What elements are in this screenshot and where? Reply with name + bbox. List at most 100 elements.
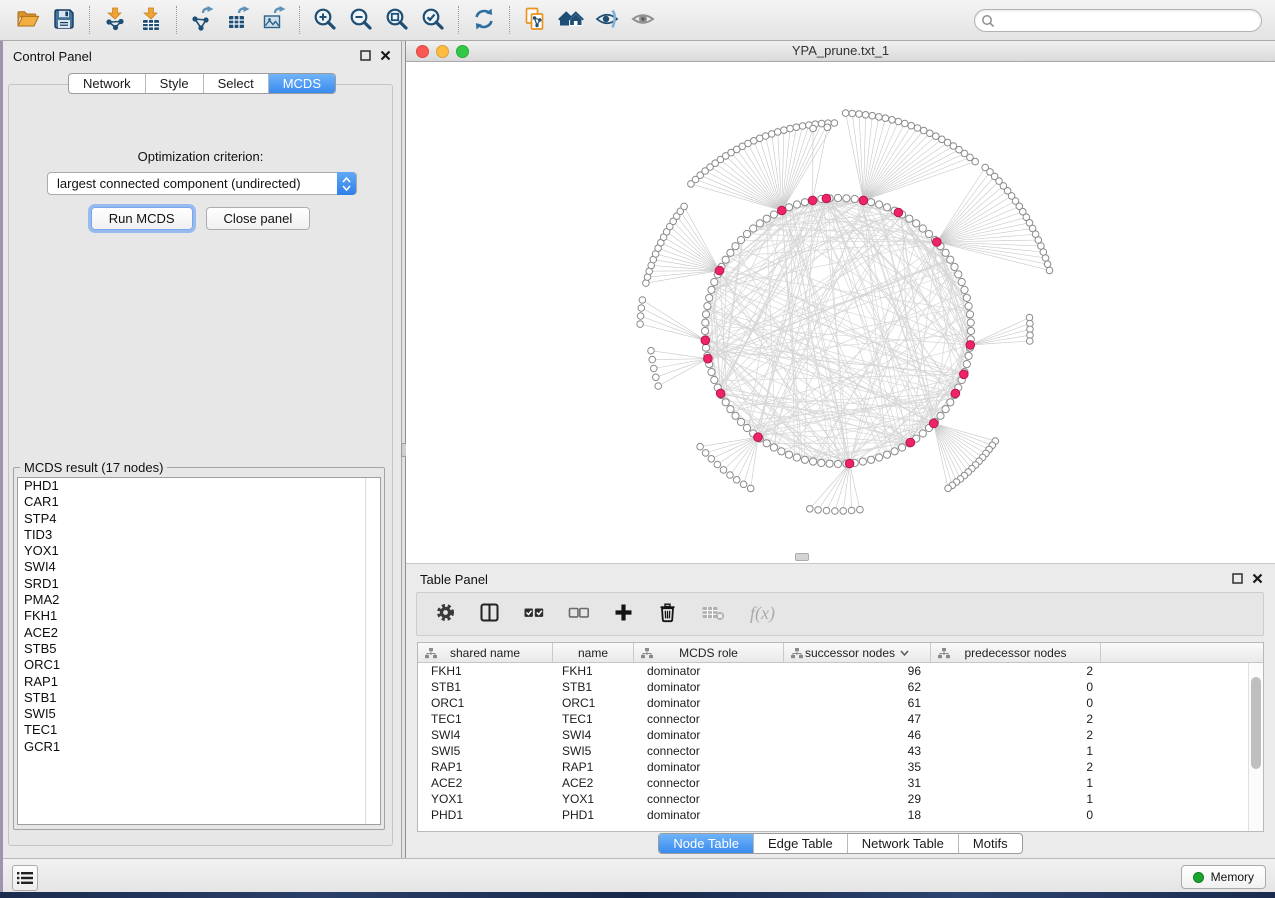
network-node[interactable] xyxy=(1042,255,1049,262)
network-node[interactable] xyxy=(859,458,866,465)
zoom-selected-button[interactable] xyxy=(415,3,451,37)
network-node[interactable] xyxy=(963,361,970,368)
zoom-fit-button[interactable] xyxy=(379,3,415,37)
network-node[interactable] xyxy=(965,303,972,310)
open-file-button[interactable] xyxy=(10,3,46,37)
table-row[interactable]: ACE2ACE2connector311 xyxy=(418,775,1263,791)
column-header-predecessor-nodes[interactable]: predecessor nodes xyxy=(931,643,1101,662)
network-node[interactable] xyxy=(826,460,833,467)
network-node[interactable] xyxy=(899,444,906,451)
network-node[interactable] xyxy=(840,508,847,515)
network-node[interactable] xyxy=(849,110,856,117)
network-node[interactable] xyxy=(1046,267,1053,274)
network-node[interactable] xyxy=(763,215,770,222)
tab-network[interactable]: Network xyxy=(69,74,146,93)
network-node[interactable] xyxy=(906,215,913,222)
result-list-scrollbar[interactable] xyxy=(365,478,380,824)
network-node[interactable] xyxy=(945,485,952,492)
network-node[interactable] xyxy=(843,195,850,202)
network-node[interactable] xyxy=(883,451,890,458)
table-row[interactable]: YOX1YOX1connector291 xyxy=(418,791,1263,807)
network-node[interactable] xyxy=(778,448,785,455)
delete-column-button[interactable] xyxy=(657,602,678,626)
network-node[interactable] xyxy=(732,412,739,419)
network-node[interactable] xyxy=(807,506,814,513)
network-node[interactable] xyxy=(708,286,715,293)
network-node[interactable] xyxy=(727,249,734,256)
network-node[interactable] xyxy=(965,352,972,359)
network-mcds-node[interactable] xyxy=(778,206,787,215)
table-row[interactable]: ORC1ORC1dominator610 xyxy=(418,695,1263,711)
network-node[interactable] xyxy=(1026,338,1033,345)
column-header-name[interactable]: name xyxy=(553,643,634,662)
column-header-MCDS-role[interactable]: MCDS role xyxy=(634,643,784,662)
network-node[interactable] xyxy=(876,114,883,121)
network-node[interactable] xyxy=(810,125,817,132)
network-node[interactable] xyxy=(963,294,970,301)
network-node[interactable] xyxy=(639,297,646,304)
network-node[interactable] xyxy=(711,278,718,285)
network-node[interactable] xyxy=(876,454,883,461)
network-node[interactable] xyxy=(722,399,729,406)
tab-style[interactable]: Style xyxy=(146,74,204,93)
add-column-button[interactable] xyxy=(613,602,634,626)
mcds-result-node[interactable]: STP4 xyxy=(18,511,380,527)
network-node[interactable] xyxy=(727,406,734,413)
clone-network-button[interactable] xyxy=(517,3,553,37)
eye-button[interactable] xyxy=(625,3,661,37)
tab-network-table[interactable]: Network Table xyxy=(848,834,959,853)
network-node[interactable] xyxy=(824,124,831,131)
network-mcds-node[interactable] xyxy=(906,438,915,447)
network-node[interactable] xyxy=(702,311,709,318)
network-node[interactable] xyxy=(889,117,896,124)
table-row[interactable]: STB1STB1dominator620 xyxy=(418,679,1263,695)
network-node[interactable] xyxy=(740,481,747,488)
network-node[interactable] xyxy=(868,456,875,463)
network-node[interactable] xyxy=(947,256,954,263)
hide-eye-button[interactable] xyxy=(589,3,625,37)
network-node[interactable] xyxy=(967,319,974,326)
tab-edge-table[interactable]: Edge Table xyxy=(754,834,848,853)
network-node[interactable] xyxy=(862,112,869,119)
table-row[interactable]: PHD1PHD1dominator180 xyxy=(418,807,1263,823)
network-canvas[interactable] xyxy=(406,62,1275,563)
network-mcds-node[interactable] xyxy=(715,266,724,275)
network-node[interactable] xyxy=(774,129,781,136)
save-button[interactable] xyxy=(46,3,82,37)
network-node[interactable] xyxy=(942,406,949,413)
network-node[interactable] xyxy=(958,278,965,285)
network-node[interactable] xyxy=(895,118,902,125)
horizontal-splitter-grip[interactable] xyxy=(795,553,809,561)
float-table-panel-icon[interactable] xyxy=(1232,573,1243,584)
network-node[interactable] xyxy=(793,124,800,131)
network-node[interactable] xyxy=(966,311,973,318)
network-node[interactable] xyxy=(856,111,863,118)
mcds-result-node[interactable]: ORC1 xyxy=(18,657,380,673)
network-node[interactable] xyxy=(823,507,830,514)
network-node[interactable] xyxy=(967,327,974,334)
network-node[interactable] xyxy=(702,344,709,351)
mcds-result-node[interactable]: TID3 xyxy=(18,527,380,543)
network-node[interactable] xyxy=(785,451,792,458)
mcds-result-node[interactable]: YOX1 xyxy=(18,543,380,559)
network-node[interactable] xyxy=(818,459,825,466)
deselect-all-button[interactable] xyxy=(568,602,590,626)
run-mcds-button[interactable]: Run MCDS xyxy=(91,207,193,230)
network-node[interactable] xyxy=(919,225,926,232)
network-mcds-node[interactable] xyxy=(704,354,713,363)
settings-gear-button[interactable] xyxy=(435,602,456,626)
network-node[interactable] xyxy=(720,467,727,474)
export-table-button[interactable] xyxy=(220,3,256,37)
float-panel-icon[interactable] xyxy=(360,50,371,61)
network-node[interactable] xyxy=(815,507,822,514)
network-mcds-node[interactable] xyxy=(951,389,960,398)
search-input[interactable] xyxy=(974,9,1262,32)
network-node[interactable] xyxy=(793,201,800,208)
network-node[interactable] xyxy=(781,127,788,134)
close-panel-icon[interactable] xyxy=(380,50,391,61)
network-node[interactable] xyxy=(743,424,750,431)
refresh-button[interactable] xyxy=(466,3,502,37)
export-image-button[interactable] xyxy=(256,3,292,37)
network-node[interactable] xyxy=(793,454,800,461)
network-mcds-node[interactable] xyxy=(808,196,817,205)
